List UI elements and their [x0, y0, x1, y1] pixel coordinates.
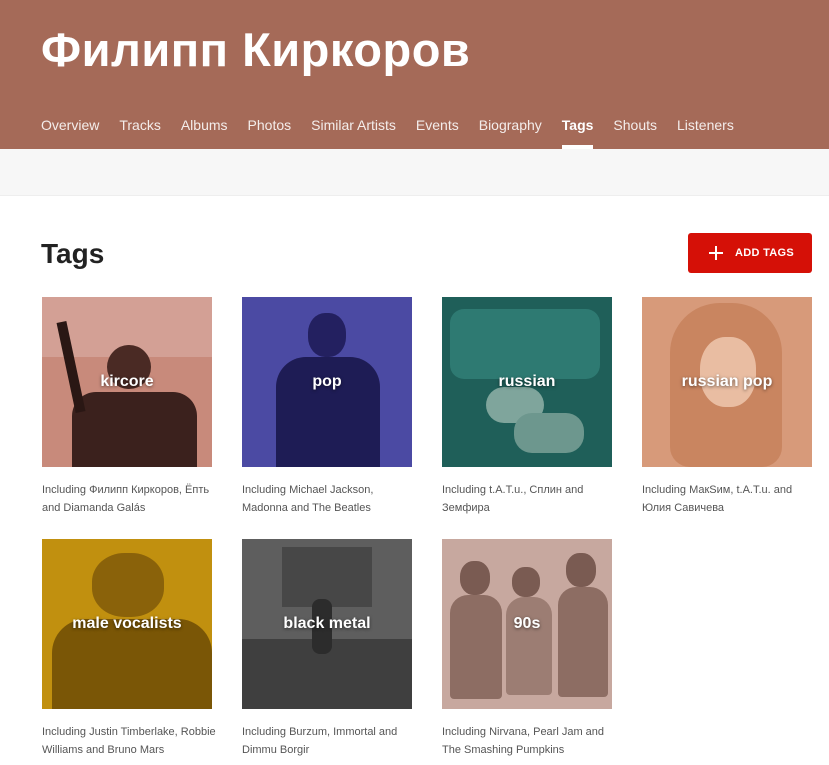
tag-image-russian[interactable]: russian — [442, 297, 612, 467]
tag-tile-black-metal: black metal Including Burzum, Immortal a… — [242, 539, 412, 759]
tag-image-figure — [514, 413, 584, 453]
nav-tab-overview[interactable]: Overview — [41, 117, 99, 149]
artist-name[interactable]: Филипп Киркоров — [41, 22, 470, 77]
nav-tab-biography[interactable]: Biography — [479, 117, 542, 149]
tag-description: Including t.A.T.u., Сплин and Земфира — [442, 484, 584, 514]
secondary-bar — [0, 149, 829, 196]
tag-name: kircore — [100, 373, 154, 390]
tag-tile-male-vocalists: male vocalists Including Justin Timberla… — [42, 539, 216, 759]
tag-image-figure-body — [72, 392, 197, 467]
nav-tab-photos[interactable]: Photos — [248, 117, 292, 149]
tag-image-90s[interactable]: 90s — [442, 539, 612, 709]
tag-name: black metal — [283, 615, 371, 632]
tag-image-male-vocalists[interactable]: male vocalists — [42, 539, 212, 709]
add-tags-button[interactable]: ADD TAGS — [688, 233, 812, 273]
tag-name: russian — [498, 373, 556, 390]
tag-description: Including МакSим, t.A.T.u. and Юлия Сави… — [642, 484, 793, 514]
tag-description: Including Burzum, Immortal and Dimmu Bor… — [242, 726, 398, 756]
tag-tile-russian-pop: russian pop Including МакSим, t.A.T.u. a… — [642, 297, 812, 517]
tag-image-russian-pop[interactable]: russian pop — [642, 297, 812, 467]
add-tags-button-label: ADD TAGS — [735, 247, 795, 259]
tag-image-figure-head — [308, 313, 346, 357]
nav-tab-listeners[interactable]: Listeners — [677, 117, 734, 149]
nav-tab-albums[interactable]: Albums — [181, 117, 228, 149]
tag-image-car-window — [450, 309, 600, 379]
tag-description: Including Филипп Киркоров, Ёпть and Diam… — [42, 484, 210, 514]
tag-image-black-metal[interactable]: black metal — [242, 539, 412, 709]
tag-image-figure-head — [460, 561, 490, 595]
tag-name: 90s — [513, 615, 541, 632]
tag-description: Including Justin Timberlake, Robbie Will… — [42, 726, 216, 756]
tag-image-figure-body — [506, 597, 552, 695]
tag-image-figure-body — [450, 595, 502, 699]
nav-tab-shouts[interactable]: Shouts — [613, 117, 657, 149]
artist-nav: Overview Tracks Albums Photos Similar Ar… — [41, 117, 754, 149]
tag-image-kircore[interactable]: kircore — [42, 297, 212, 467]
tag-image-face — [700, 337, 756, 407]
tag-tile-90s: 90s Including Nirvana, Pearl Jam and The… — [442, 539, 612, 759]
tag-name: male vocalists — [72, 615, 182, 632]
tag-name: russian pop — [681, 373, 773, 390]
tag-description: Including Nirvana, Pearl Jam and The Sma… — [442, 726, 605, 756]
nav-tab-tags[interactable]: Tags — [561, 117, 593, 149]
nav-tab-events[interactable]: Events — [416, 117, 459, 149]
tag-tile-pop: pop Including Michael Jackson, Madonna a… — [242, 297, 412, 517]
tag-name: pop — [312, 373, 342, 390]
tag-image-figure-body — [558, 587, 608, 697]
tag-image-window — [282, 547, 372, 607]
tag-image-figure-head — [566, 553, 596, 587]
tag-tile-russian: russian Including t.A.T.u., Сплин and Зе… — [442, 297, 612, 517]
artist-header: Филипп Киркоров Overview Tracks Albums P… — [0, 0, 829, 149]
plus-icon — [709, 246, 723, 260]
tag-description: Including Michael Jackson, Madonna and T… — [242, 484, 374, 514]
nav-tab-similar-artists[interactable]: Similar Artists — [311, 117, 396, 149]
tag-image-figure-head — [512, 567, 540, 597]
tag-image-figure-head — [92, 553, 164, 617]
tag-image-pop[interactable]: pop — [242, 297, 412, 467]
nav-tab-tracks[interactable]: Tracks — [119, 117, 160, 149]
tag-tile-kircore: kircore Including Филипп Киркоров, Ёпть … — [42, 297, 212, 517]
section-title: Tags — [41, 238, 105, 269]
